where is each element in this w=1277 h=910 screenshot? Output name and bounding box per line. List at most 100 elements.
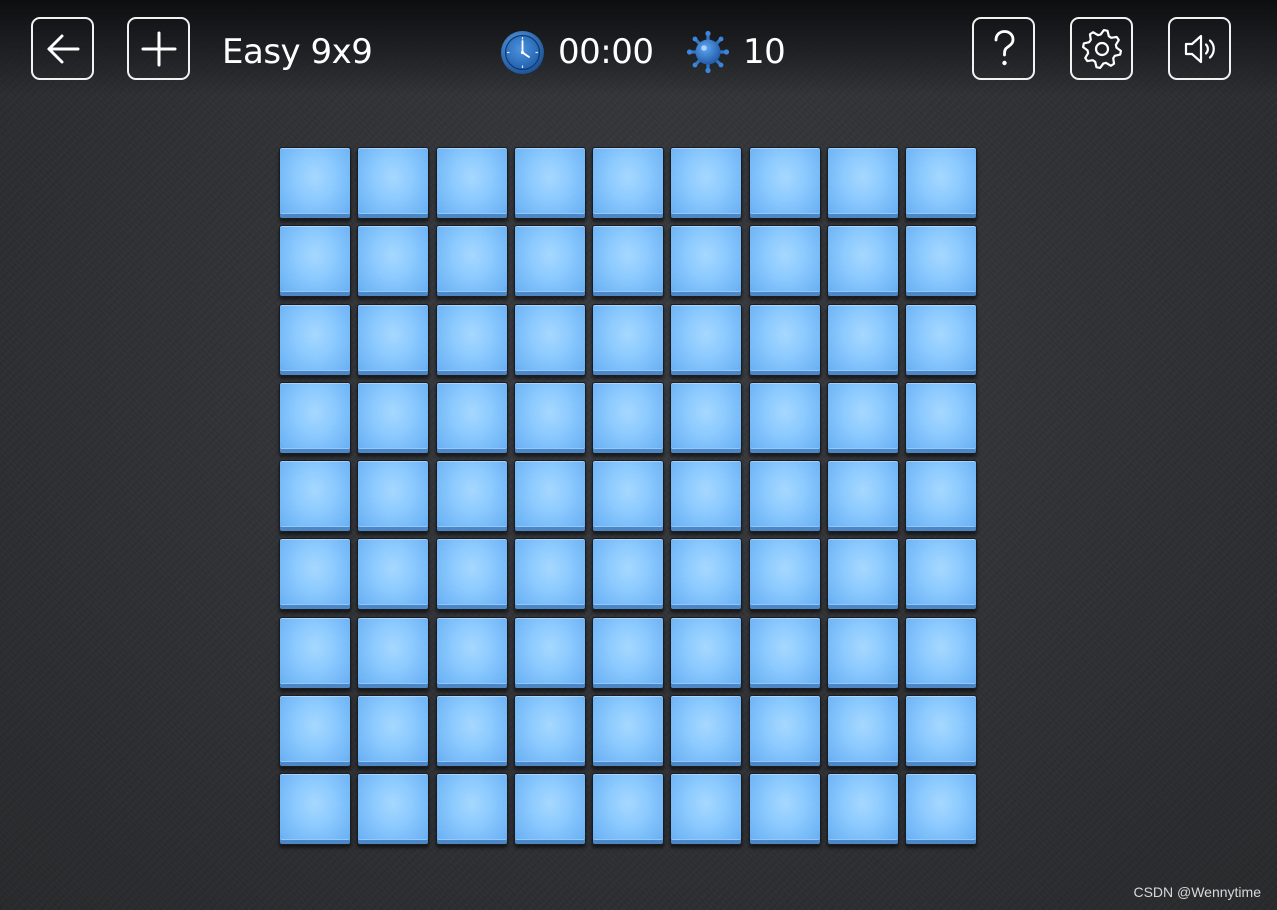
minefield-cell[interactable] <box>592 538 665 611</box>
minefield-cell[interactable] <box>357 695 430 768</box>
watermark: CSDN @Wennytime <box>1133 884 1261 900</box>
gear-icon <box>1081 28 1122 69</box>
minefield-cell[interactable] <box>670 460 743 533</box>
minefield-cell[interactable] <box>357 773 430 846</box>
minefield-cell[interactable] <box>670 695 743 768</box>
minefield-cell[interactable] <box>357 538 430 611</box>
minefield-cell[interactable] <box>279 303 351 376</box>
minefield-cell[interactable] <box>279 147 351 219</box>
minefield-cell[interactable] <box>670 616 743 689</box>
minefield-cell[interactable] <box>357 303 430 376</box>
minefield-cell[interactable] <box>748 147 821 219</box>
minefield-cell[interactable] <box>592 225 665 298</box>
minefield-board <box>279 147 978 846</box>
minefield-cell[interactable] <box>748 616 821 689</box>
minefield-cell[interactable] <box>357 225 430 298</box>
minefield-cell[interactable] <box>905 225 978 298</box>
help-button[interactable] <box>972 17 1035 80</box>
minefield-cell[interactable] <box>435 695 508 768</box>
minefield-cell[interactable] <box>748 773 821 846</box>
minefield-cell[interactable] <box>827 773 900 846</box>
minefield-cell[interactable] <box>435 616 508 689</box>
minefield-cell[interactable] <box>435 460 508 533</box>
minefield-cell[interactable] <box>357 460 430 533</box>
timer-display: 00:00 <box>500 30 654 74</box>
minefield-cell[interactable] <box>592 381 665 454</box>
minefield-cell[interactable] <box>513 147 586 219</box>
minefield-cell[interactable] <box>905 460 978 533</box>
minefield-cell[interactable] <box>513 460 586 533</box>
minefield-cell[interactable] <box>827 460 900 533</box>
minefield-cell[interactable] <box>279 460 351 533</box>
minefield-cell[interactable] <box>827 147 900 219</box>
minefield-cell[interactable] <box>748 460 821 533</box>
mine-counter: 10 <box>686 30 786 74</box>
minefield-cell[interactable] <box>435 773 508 846</box>
minefield-cell[interactable] <box>279 538 351 611</box>
sound-button[interactable] <box>1168 17 1231 80</box>
timer-value: 00:00 <box>558 32 654 72</box>
minefield-cell[interactable] <box>670 381 743 454</box>
minefield-cell[interactable] <box>748 303 821 376</box>
minefield-cell[interactable] <box>592 147 665 219</box>
minefield-cell[interactable] <box>827 538 900 611</box>
minefield-cell[interactable] <box>279 695 351 768</box>
minefield-cell[interactable] <box>513 616 586 689</box>
minefield-cell[interactable] <box>905 303 978 376</box>
minefield-cell[interactable] <box>357 381 430 454</box>
minefield-cell[interactable] <box>905 616 978 689</box>
minefield-cell[interactable] <box>905 381 978 454</box>
minefield-cell[interactable] <box>827 616 900 689</box>
minefield-cell[interactable] <box>670 225 743 298</box>
minefield-cell[interactable] <box>435 303 508 376</box>
minefield-cell[interactable] <box>513 225 586 298</box>
minefield-cell[interactable] <box>905 538 978 611</box>
minefield-cell[interactable] <box>827 225 900 298</box>
back-button[interactable] <box>31 17 94 80</box>
clock-icon <box>501 30 544 74</box>
minefield-cell[interactable] <box>670 303 743 376</box>
minefield-cell[interactable] <box>435 381 508 454</box>
minefield-cell[interactable] <box>513 773 586 846</box>
minefield-cell[interactable] <box>670 538 743 611</box>
new-game-button[interactable] <box>127 17 190 80</box>
mine-count-value: 10 <box>743 32 786 72</box>
back-arrow-icon <box>47 34 79 63</box>
minefield-cell[interactable] <box>670 773 743 846</box>
speaker-icon <box>1184 34 1215 63</box>
minefield-cell[interactable] <box>279 225 351 298</box>
minefield-cell[interactable] <box>513 303 586 376</box>
minefield-cell[interactable] <box>592 303 665 376</box>
minefield-cell[interactable] <box>905 773 978 846</box>
minefield-cell[interactable] <box>670 147 743 219</box>
plus-icon <box>141 31 176 66</box>
settings-button[interactable] <box>1070 17 1133 80</box>
minefield-cell[interactable] <box>435 538 508 611</box>
minefield-cell[interactable] <box>279 773 351 846</box>
minefield-cell[interactable] <box>748 381 821 454</box>
minefield-cell[interactable] <box>592 773 665 846</box>
minefield-cell[interactable] <box>905 695 978 768</box>
minefield-cell[interactable] <box>748 225 821 298</box>
minefield-cell[interactable] <box>513 381 586 454</box>
minefield-cell[interactable] <box>592 616 665 689</box>
minefield-cell[interactable] <box>592 460 665 533</box>
minefield-cell[interactable] <box>279 616 351 689</box>
question-mark-icon <box>994 29 1014 65</box>
minefield-cell[interactable] <box>592 695 665 768</box>
minefield-cell[interactable] <box>827 695 900 768</box>
minefield-cell[interactable] <box>279 381 351 454</box>
minefield-cell[interactable] <box>435 225 508 298</box>
minefield-cell[interactable] <box>513 695 586 768</box>
minefield-cell[interactable] <box>357 616 430 689</box>
minefield-cell[interactable] <box>513 538 586 611</box>
difficulty-title: Easy 9x9 <box>222 32 373 72</box>
minefield-cell[interactable] <box>357 147 430 219</box>
minefield-cell[interactable] <box>748 695 821 768</box>
mine-icon <box>686 30 730 74</box>
minefield-cell[interactable] <box>748 538 821 611</box>
minefield-cell[interactable] <box>435 147 508 219</box>
minefield-cell[interactable] <box>827 381 900 454</box>
minefield-cell[interactable] <box>827 303 900 376</box>
minefield-cell[interactable] <box>905 147 978 219</box>
